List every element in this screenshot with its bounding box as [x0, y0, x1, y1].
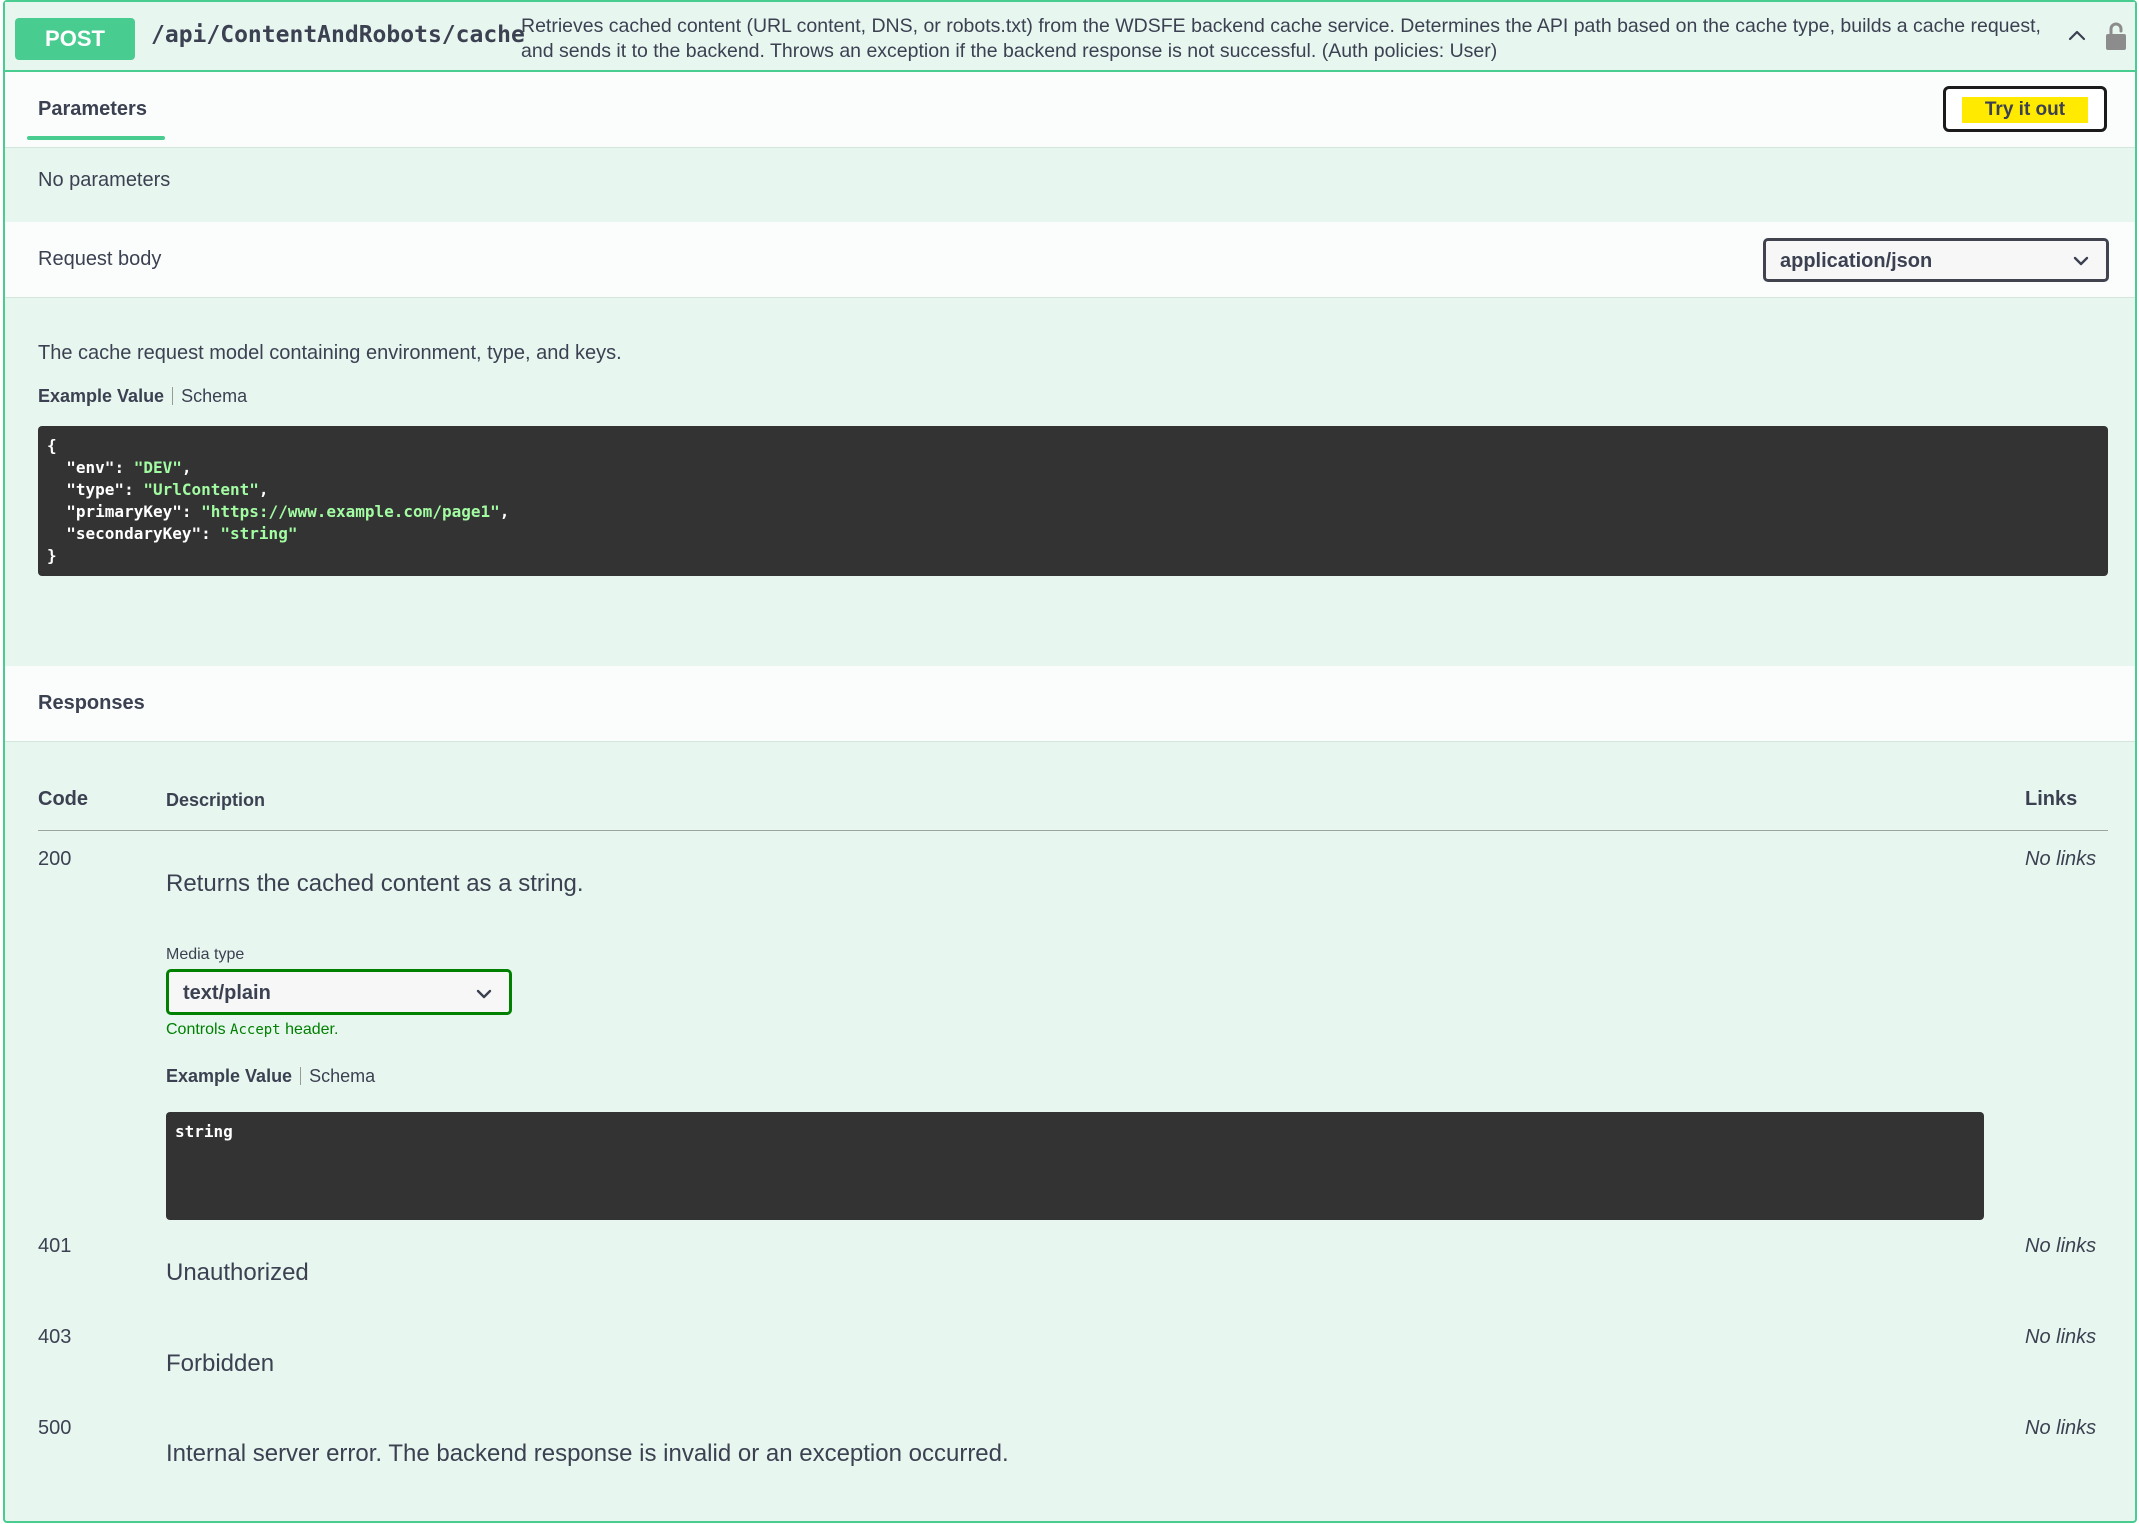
response-description: Unauthorized — [166, 1259, 309, 1286]
media-type-select[interactable]: text/plain — [166, 969, 512, 1015]
response-code: 500 — [38, 1417, 72, 1439]
responses-header: Responses — [5, 666, 2135, 742]
response-description: Forbidden — [166, 1350, 275, 1377]
json-env-value: "DEV" — [133, 458, 182, 477]
chevron-up-icon[interactable] — [2065, 24, 2089, 48]
tab-parameters[interactable]: Parameters — [38, 98, 147, 121]
tab-example-value[interactable]: Example Value — [38, 386, 164, 406]
response-code: 401 — [38, 1235, 72, 1257]
response-links: No links — [2025, 1417, 2097, 1439]
request-body-header: Request body application/json — [5, 222, 2135, 298]
tab-underline — [27, 136, 165, 140]
request-example-tabs: Example Value Schema — [38, 386, 247, 407]
chevron-down-icon — [2073, 256, 2089, 266]
request-body-description: The cache request model containing envir… — [38, 342, 622, 364]
column-code: Code — [38, 788, 88, 810]
response-links: No links — [2025, 848, 2097, 870]
json-secondarykey-value: "string" — [220, 524, 298, 543]
lock-icon[interactable] — [2103, 20, 2129, 52]
response-code: 403 — [38, 1326, 72, 1348]
response-description: Returns the cached content as a string. — [166, 870, 584, 897]
response-description: Internal server error. The backend respo… — [166, 1440, 1009, 1467]
chevron-down-icon — [476, 989, 492, 999]
accept-hint-code: Accept — [230, 1022, 281, 1038]
tab-divider — [300, 1067, 302, 1085]
media-type-label: Media type — [166, 946, 245, 963]
column-links: Links — [2025, 788, 2078, 810]
media-type-value: text/plain — [183, 982, 271, 1004]
operation-block: POST /api/ContentAndRobots/cache Retriev… — [3, 0, 2137, 1523]
parameters-header: Parameters Try it out — [5, 72, 2135, 148]
response-example-value: string — [175, 1122, 233, 1141]
accept-hint-suffix: header. — [285, 1021, 339, 1038]
table-header-divider — [38, 830, 2108, 831]
response-links: No links — [2025, 1235, 2097, 1257]
json-brace: } — [47, 546, 57, 565]
content-type-select[interactable]: application/json — [1763, 238, 2109, 282]
json-brace: { — [47, 436, 57, 455]
response-links: No links — [2025, 1326, 2097, 1348]
responses-title: Responses — [38, 692, 145, 714]
column-description: Description — [166, 790, 266, 810]
json-primarykey-value: "https://www.example.com/page1" — [201, 502, 500, 521]
response-example-code[interactable]: string — [166, 1112, 1984, 1220]
try-it-out-button[interactable]: Try it out — [1943, 86, 2107, 132]
accept-hint-prefix: Controls — [166, 1021, 226, 1038]
accept-header-hint: Controls Accept header. — [166, 1021, 338, 1039]
tab-schema[interactable]: Schema — [181, 386, 247, 406]
tab-example-value[interactable]: Example Value — [166, 1066, 292, 1086]
content-type-value: application/json — [1780, 250, 1933, 272]
request-body-title: Request body — [38, 248, 162, 270]
operation-summary[interactable]: POST /api/ContentAndRobots/cache Retriev… — [5, 2, 2135, 72]
endpoint-path: /api/ContentAndRobots/cache — [151, 22, 525, 48]
tab-divider — [172, 387, 174, 405]
method-badge: POST — [15, 18, 135, 60]
response-example-tabs: Example Value Schema — [166, 1066, 375, 1087]
endpoint-description: Retrieves cached content (URL content, D… — [521, 15, 2041, 62]
request-example-code[interactable]: { "env": "DEV", "type": "UrlContent", "p… — [38, 426, 2108, 576]
no-parameters-text: No parameters — [38, 169, 171, 191]
try-it-out-label: Try it out — [1962, 97, 2088, 123]
json-type-value: "UrlContent" — [143, 480, 259, 499]
response-code: 200 — [38, 848, 72, 870]
tab-schema[interactable]: Schema — [309, 1066, 375, 1086]
